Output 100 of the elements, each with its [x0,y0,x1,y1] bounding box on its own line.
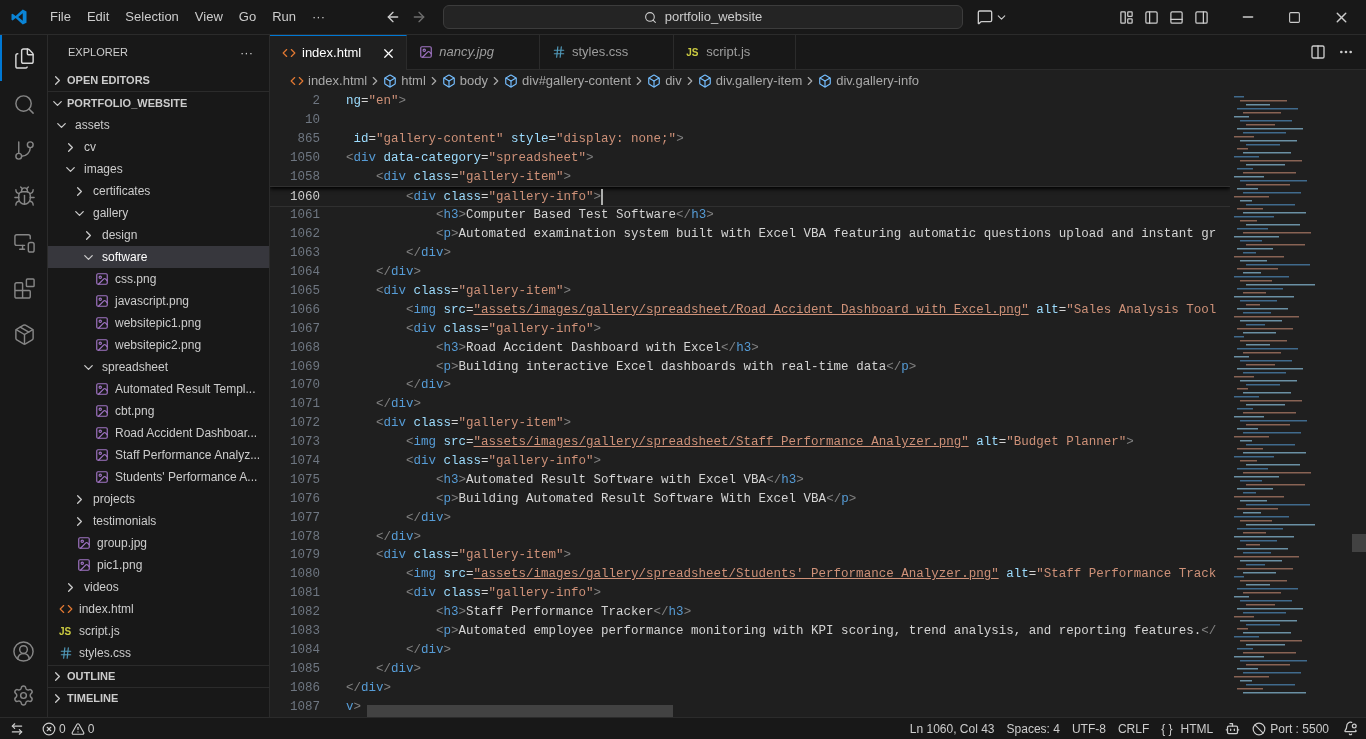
tree-item[interactable]: videos [48,576,269,598]
menu-item[interactable]: Go [230,7,265,27]
notification-bell-icon[interactable] [1343,721,1358,736]
tree-item[interactable]: design [48,224,269,246]
editor-tab[interactable]: nancy.jpg [407,35,540,70]
containers-icon[interactable] [13,322,36,346]
tree-item[interactable]: projects [48,488,269,510]
app-logo [10,8,28,26]
image-file-icon [95,294,109,308]
element-icon [647,74,662,88]
line-number: 1086 [289,679,320,697]
files-icon[interactable] [13,46,36,70]
line-number: 1075 [289,471,320,489]
line-number: 2 [311,93,320,111]
section-header[interactable]: OUTLINE [48,665,269,687]
settings-icon[interactable] [12,683,35,707]
panel-toggle-icon[interactable] [1169,9,1184,25]
command-center-search[interactable]: portfolio_website [443,5,963,29]
line-number: 865 [296,130,320,148]
editor-tab[interactable]: JS script.js [674,35,797,70]
image-file-icon [77,536,91,550]
status-item[interactable]: CRLF [1111,719,1156,738]
menu-item[interactable]: File [42,7,79,27]
back-icon[interactable] [385,9,401,25]
line-number: 1073 [289,434,320,452]
tree-item[interactable]: spreadsheet [48,356,269,378]
tree-item[interactable]: index.html [48,598,269,620]
tree-item[interactable]: styles.css [48,642,269,664]
tree-item[interactable]: Staff Performance Analyz... [48,444,269,466]
menu-item[interactable]: View [186,7,231,27]
breadcrumb-item[interactable]: div.gallery-info [818,71,920,91]
tree-item[interactable]: group.jpg [48,532,269,554]
status-item[interactable]: Spaces: 4 [1000,719,1066,738]
line-number: 1069 [289,358,320,376]
image-file-icon [95,382,109,396]
code-line: </div> [405,377,452,395]
tree-item[interactable]: websitepic1.png [48,312,269,334]
tree-item[interactable]: software [48,246,269,268]
layout-icon[interactable] [1119,9,1134,25]
chat-icon[interactable] [977,9,993,25]
tree-item[interactable]: css.png [48,268,269,290]
tree-item[interactable]: JS script.js [48,620,269,642]
menu-item[interactable]: ··· [304,7,333,27]
section-header[interactable]: OPEN EDITORS [48,70,269,92]
search-icon[interactable] [13,92,36,116]
forward-icon[interactable] [411,9,427,25]
line-number: 1058 [289,168,320,186]
image-file-icon [95,316,109,330]
breadcrumb-item[interactable]: body [441,71,488,91]
element-icon [697,74,712,88]
menu-item[interactable]: Edit [78,7,118,27]
tree-item[interactable]: assets [48,114,269,136]
tree-item[interactable]: Students' Performance A... [48,466,269,488]
hash-icon [59,646,73,660]
account-icon[interactable] [12,639,35,663]
tree-item[interactable]: javascript.png [48,290,269,312]
breadcrumb-item[interactable]: div#gallery-content [504,71,632,91]
code-line: </div> [346,679,392,697]
more-actions[interactable]: ··· [240,42,253,63]
tree-item[interactable]: images [48,158,269,180]
tree-item[interactable]: gallery [48,202,269,224]
element-icon [383,74,398,88]
tree-item[interactable]: cbt.png [48,400,269,422]
section-header[interactable]: PORTFOLIO_WEBSITE [48,92,269,114]
problems-indicator[interactable]: 0 0 [42,719,95,738]
tree-item[interactable]: websitepic2.png [48,334,269,356]
image-file-icon [95,272,109,286]
tree-item[interactable]: Road Accident Dashboar... [48,422,269,444]
breadcrumb-item[interactable]: div [647,71,682,91]
extensions-icon[interactable] [13,276,36,300]
section-header[interactable]: TIMELINE [48,687,269,709]
remote-icon[interactable] [10,721,24,736]
tree-item[interactable]: testimonials [48,510,269,532]
line-number: 1066 [289,301,320,319]
maximize-icon[interactable] [1288,10,1301,24]
language-mode[interactable]: HTML [1180,719,1214,738]
status-item[interactable]: UTF-8 [1065,719,1112,738]
run-debug-icon[interactable] [13,184,36,208]
tree-item[interactable]: certificates [48,180,269,202]
split-editor-icon[interactable] [1310,44,1326,60]
breadcrumb-item[interactable]: index.html [290,71,368,91]
line-number: 1063 [289,245,320,263]
breadcrumb-item[interactable]: div.gallery-item [697,71,803,91]
tree-item[interactable]: cv [48,136,269,158]
code-line: <p>Building Automated Result Software With Excel VBA</p> [435,490,857,508]
menu-item[interactable]: Run [264,7,304,27]
status-item[interactable]: Ln 1060, Col 43 [903,719,1001,738]
breadcrumb-item[interactable]: html [383,71,426,91]
live-server-port[interactable]: Port : 5500 [1246,719,1335,738]
secondary-sidebar-icon[interactable] [1194,9,1209,25]
tree-item[interactable]: pic1.png [48,554,269,576]
element-icon [441,74,456,88]
horizontal-scrollbar[interactable] [367,705,673,717]
menu-item[interactable]: Selection [117,7,187,27]
editor-tab[interactable]: styles.css [539,35,675,70]
editor-tab[interactable]: index.html [270,35,408,70]
tree-item[interactable]: Automated Result Templ... [48,378,269,400]
copilot-icon[interactable] [1225,721,1241,736]
sidebar-toggle-icon[interactable] [1144,9,1159,25]
source-control-icon[interactable] [13,138,36,162]
